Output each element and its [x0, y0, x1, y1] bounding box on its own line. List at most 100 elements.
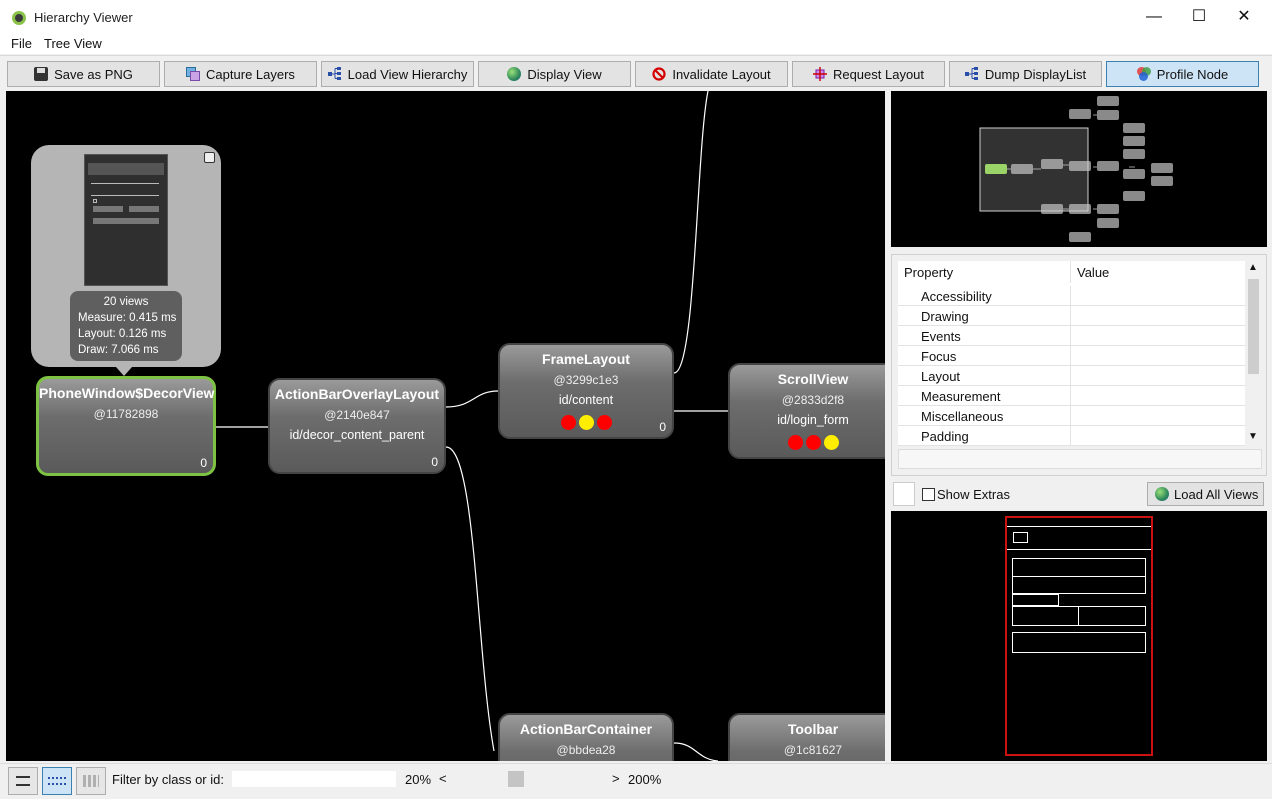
- property-row[interactable]: Drawing: [898, 306, 1245, 326]
- grid-view-button[interactable]: [76, 767, 106, 795]
- profile-dots: [500, 415, 672, 430]
- property-column-header[interactable]: Property: [904, 265, 953, 280]
- invalidate-layout-label: Invalidate Layout: [672, 66, 771, 82]
- profile-dots: [730, 435, 885, 450]
- window-title: Hierarchy Viewer: [34, 10, 133, 25]
- profile-tooltip: 20 views Measure: 0.415 ms Layout: 0.126…: [31, 145, 221, 367]
- node-name: PhoneWindow$DecorView: [39, 385, 215, 401]
- show-extras-label: Show Extras: [937, 487, 1010, 502]
- hierarchy-icon: [964, 67, 978, 80]
- property-name: Events: [921, 329, 961, 344]
- request-layout-button[interactable]: Request Layout: [792, 61, 945, 87]
- layout-preview[interactable]: [891, 511, 1267, 761]
- globe-icon: [507, 67, 522, 81]
- value-column-header[interactable]: Value: [1077, 265, 1109, 280]
- property-row[interactable]: Miscellaneous: [898, 406, 1245, 426]
- property-row[interactable]: Measurement: [898, 386, 1245, 406]
- status-bar: Filter by class or id: 20% < > 200%: [0, 763, 1272, 799]
- properties-table[interactable]: Property Value Accessibility Drawing Eve…: [898, 261, 1245, 446]
- grid-icon: [83, 775, 99, 787]
- toolbar: Save as PNG Capture Layers Load View Hie…: [0, 55, 1272, 89]
- save-as-png-button[interactable]: Save as PNG: [7, 61, 160, 87]
- tree-layout-button[interactable]: [8, 767, 38, 795]
- expand-icon[interactable]: [204, 152, 215, 163]
- overview-map: [979, 96, 1173, 242]
- maximize-button[interactable]: ☐: [1177, 5, 1221, 29]
- zoom-slider-thumb[interactable]: [508, 771, 524, 787]
- properties-filter[interactable]: [898, 449, 1262, 469]
- property-row[interactable]: Focus: [898, 346, 1245, 366]
- invalidate-layout-button[interactable]: Invalidate Layout: [635, 61, 788, 87]
- node-count: 0: [200, 456, 207, 470]
- tree-overview[interactable]: [891, 91, 1267, 247]
- node-toolbar[interactable]: Toolbar @1c81627: [728, 713, 885, 761]
- property-name: Miscellaneous: [921, 409, 1004, 424]
- menu-tree-view[interactable]: Tree View: [44, 36, 102, 51]
- tree-icon: [48, 777, 66, 785]
- profile-node-button[interactable]: Profile Node: [1106, 61, 1259, 87]
- dump-displaylist-label: Dump DisplayList: [984, 66, 1087, 82]
- node-actionbaroverlaylayout[interactable]: ActionBarOverlayLayout @2140e847 id/deco…: [268, 378, 446, 474]
- capture-layers-label: Capture Layers: [206, 66, 295, 82]
- node-framelayout[interactable]: FrameLayout @3299c1e3 id/content 0: [498, 343, 674, 439]
- scrollbar-thumb[interactable]: [1248, 279, 1259, 374]
- zoom-left-arrow[interactable]: <: [439, 771, 447, 786]
- node-name: ActionBarOverlayLayout: [274, 386, 440, 402]
- color-swatch[interactable]: [893, 482, 915, 506]
- measure-time: Measure: 0.415 ms: [78, 312, 177, 324]
- properties-scrollbar[interactable]: ▲ ▼: [1245, 261, 1262, 446]
- view-thumbnail: [84, 154, 168, 286]
- globe-icon: [1155, 487, 1169, 501]
- node-count: 0: [431, 455, 438, 469]
- node-count: 0: [659, 420, 666, 434]
- node-hash: @2833d2f8: [781, 393, 845, 407]
- node-hash: @bbdea28: [556, 743, 616, 757]
- show-extras-checkbox[interactable]: [922, 488, 935, 501]
- property-name: Focus: [921, 349, 957, 364]
- draw-time: Draw: 7.066 ms: [78, 344, 159, 356]
- load-view-hierarchy-button[interactable]: Load View Hierarchy: [321, 61, 474, 87]
- node-name: Toolbar: [787, 721, 839, 737]
- property-name: Drawing: [921, 309, 969, 324]
- zoom-slider[interactable]: [450, 771, 610, 787]
- node-hash: @1c81627: [783, 743, 843, 757]
- draw-indicator: [823, 435, 839, 450]
- load-all-views-button[interactable]: Load All Views: [1147, 482, 1264, 506]
- display-view-button[interactable]: Display View: [478, 61, 631, 87]
- property-row[interactable]: Accessibility: [898, 286, 1245, 306]
- minimize-button[interactable]: —: [1132, 5, 1176, 29]
- tooltip-pointer: [116, 367, 132, 376]
- node-actionbarcontainer[interactable]: ActionBarContainer @bbdea28: [498, 713, 674, 761]
- property-name: Padding: [921, 429, 969, 444]
- save-as-png-label: Save as PNG: [54, 66, 133, 82]
- zoom-min-label: 20%: [405, 772, 432, 787]
- filter-input[interactable]: [231, 770, 397, 788]
- node-id: id/content: [558, 393, 614, 407]
- property-row[interactable]: Layout: [898, 366, 1245, 386]
- menu-bar: File Tree View: [0, 34, 1272, 54]
- venn-icon: [1136, 67, 1151, 81]
- load-view-hierarchy-label: Load View Hierarchy: [347, 66, 468, 82]
- node-hash: @3299c1e3: [553, 373, 619, 387]
- scroll-up-icon[interactable]: ▲: [1248, 262, 1258, 273]
- lines-icon: [16, 776, 30, 786]
- capture-layers-button[interactable]: Capture Layers: [164, 61, 317, 87]
- menu-file[interactable]: File: [11, 36, 32, 51]
- scroll-down-icon[interactable]: ▼: [1248, 431, 1258, 442]
- node-hash: @2140e847: [324, 408, 390, 422]
- property-row[interactable]: Events: [898, 326, 1245, 346]
- zoom-right-arrow[interactable]: >: [612, 771, 620, 786]
- hierarchy-icon: [327, 67, 341, 80]
- node-scrollview[interactable]: ScrollView @2833d2f8 id/login_form: [728, 363, 885, 459]
- views-count: 20 views: [103, 296, 149, 308]
- no-entry-icon: [652, 67, 666, 81]
- node-phonewindow-decorview[interactable]: PhoneWindow$DecorView @11782898 0: [36, 376, 216, 476]
- close-button[interactable]: ✕: [1222, 5, 1266, 29]
- tree-view-button[interactable]: [42, 767, 72, 795]
- property-row[interactable]: Padding: [898, 426, 1245, 446]
- tree-canvas[interactable]: 20 views Measure: 0.415 ms Layout: 0.126…: [6, 91, 885, 761]
- node-name: ScrollView: [777, 371, 849, 387]
- node-name: ActionBarContainer: [519, 721, 653, 737]
- app-icon: [12, 11, 26, 25]
- dump-displaylist-button[interactable]: Dump DisplayList: [949, 61, 1102, 87]
